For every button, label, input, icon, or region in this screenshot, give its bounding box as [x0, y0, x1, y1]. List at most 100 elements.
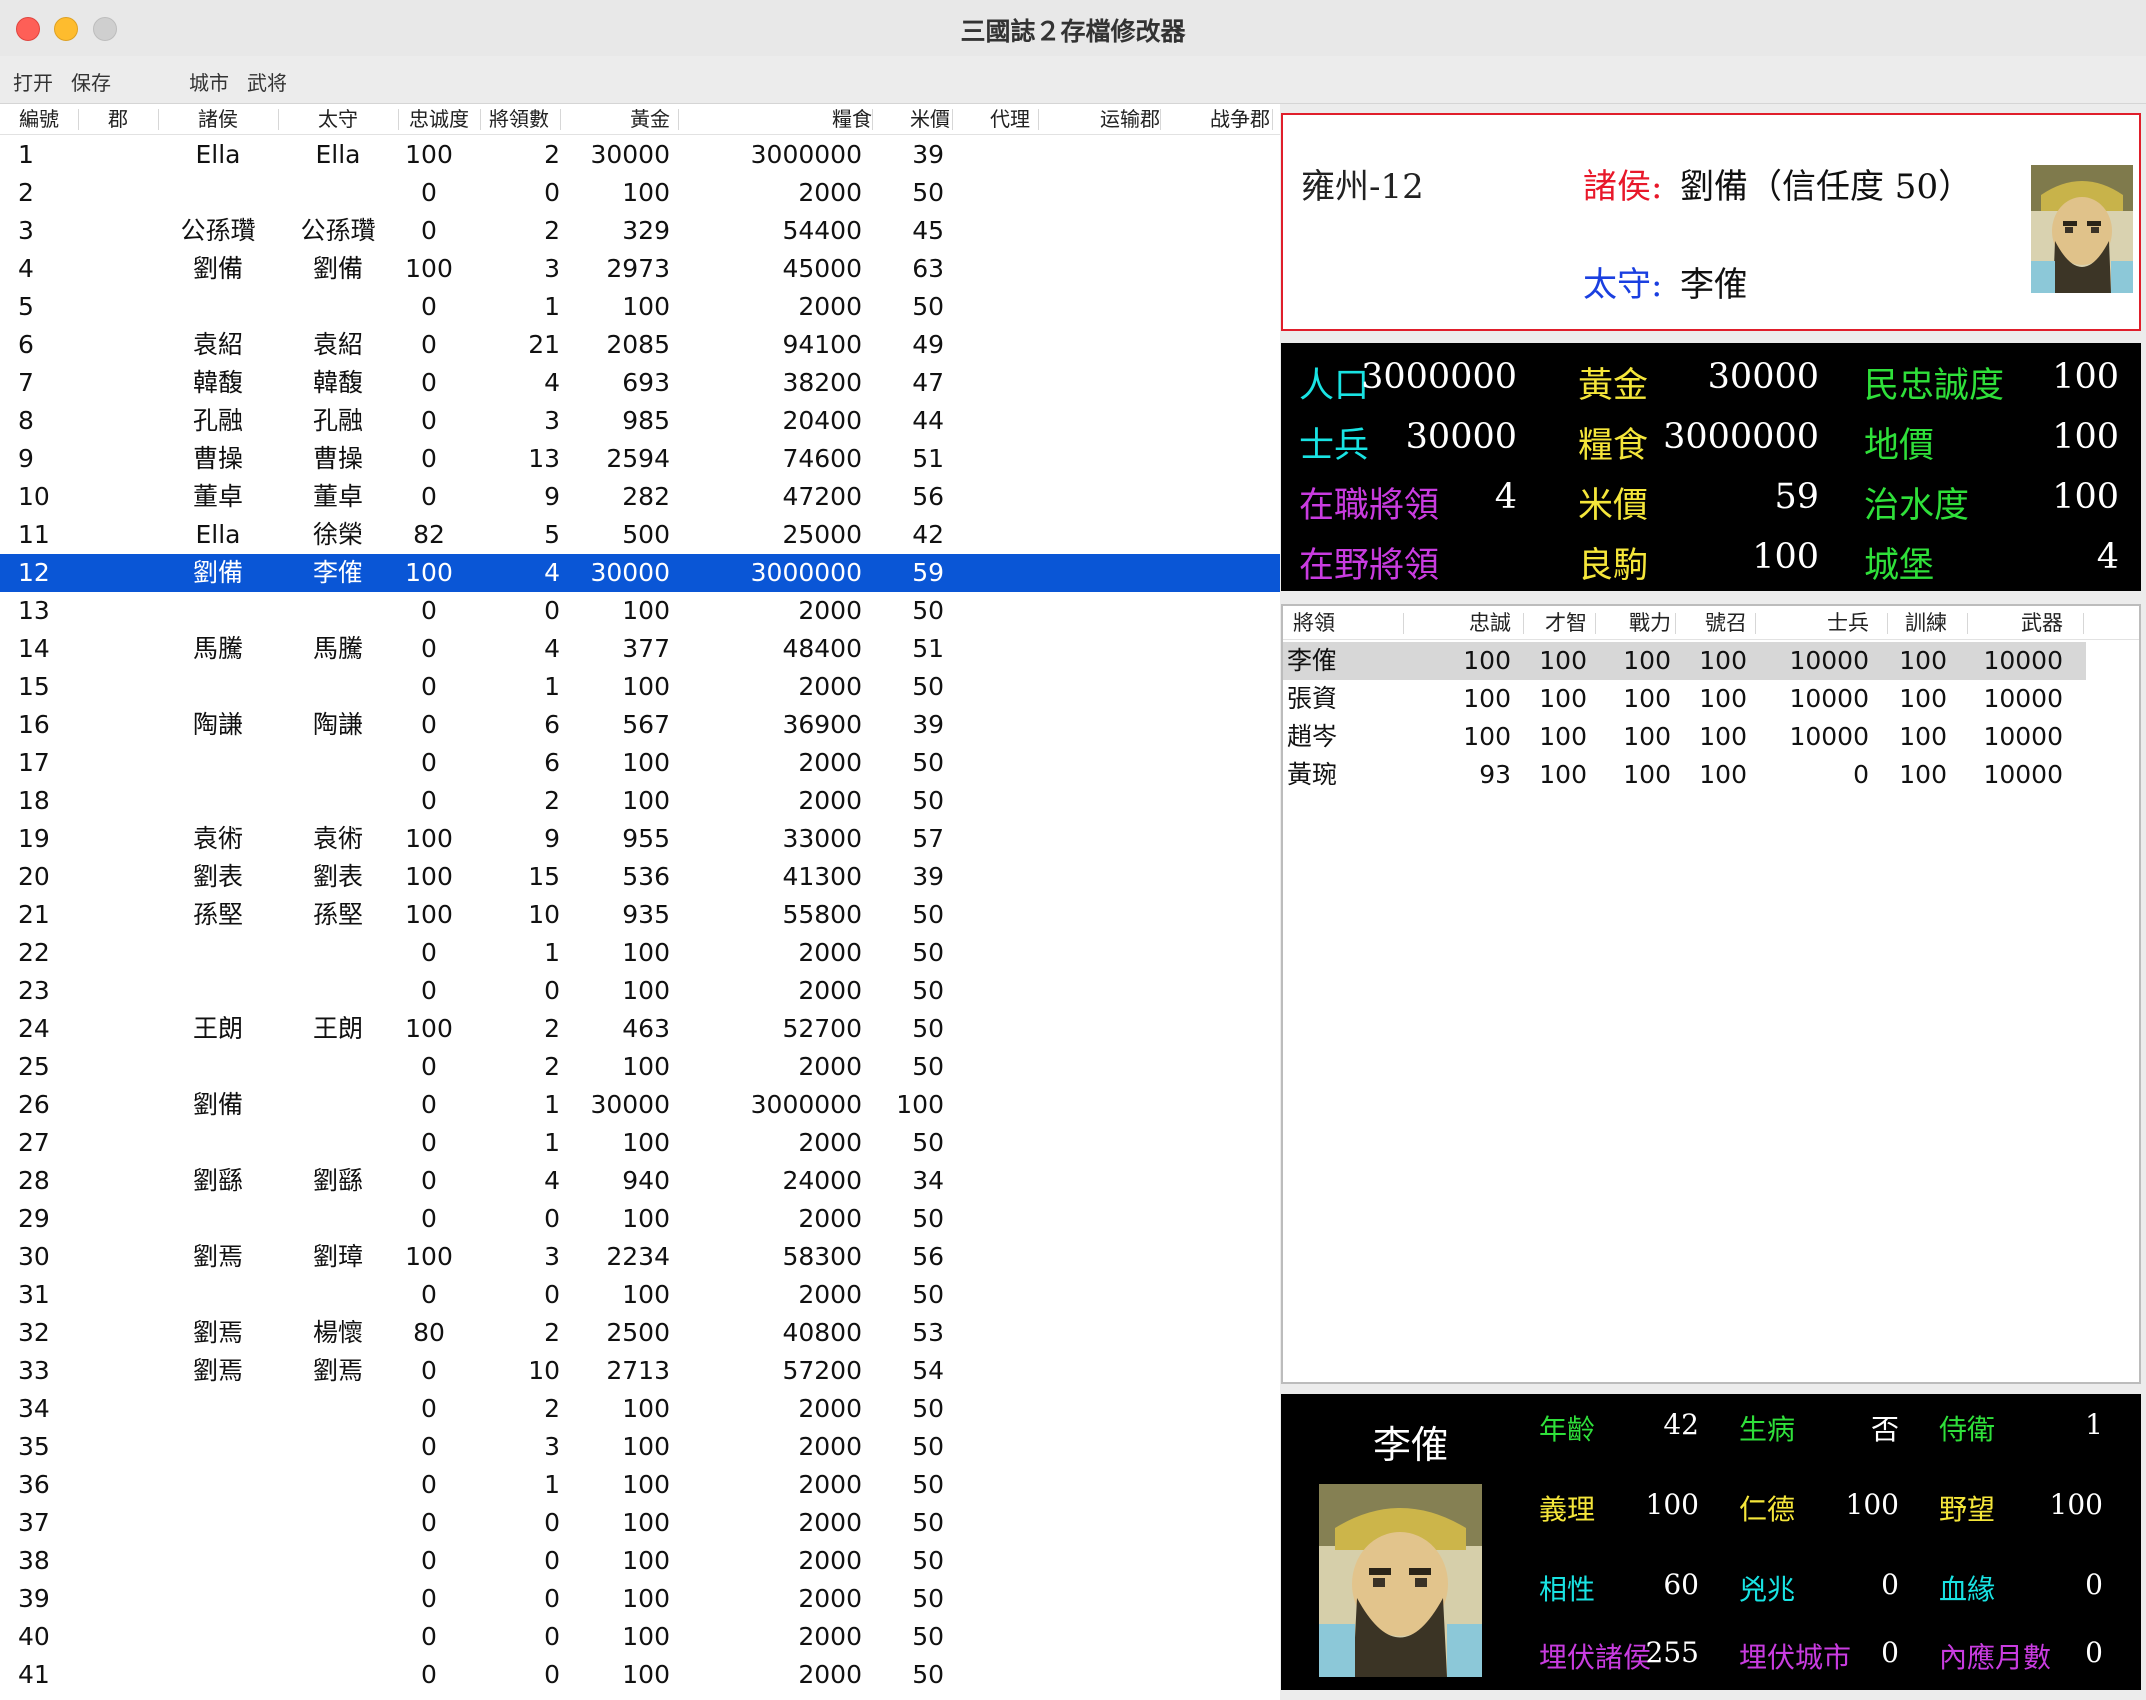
city-cell-generals: 0 [544, 1280, 560, 1309]
column-divider[interactable] [872, 109, 873, 130]
column-header[interactable]: 糧食 [680, 104, 872, 135]
table-row[interactable]: 16 陶謙 陶謙 0 6 567 36900 39 [0, 706, 1280, 744]
city-cell-commandery [78, 934, 158, 972]
column-divider[interactable] [1160, 109, 1161, 130]
table-row[interactable]: 28 劉繇 劉繇 0 4 940 24000 34 [0, 1162, 1280, 1200]
table-row[interactable]: 40 0 0 100 2000 50 [0, 1618, 1280, 1656]
column-header[interactable]: 將領 [1293, 606, 1373, 640]
table-row[interactable]: 27 0 1 100 2000 50 [0, 1124, 1280, 1162]
generals-table-body[interactable]: 李傕 100 100 100 100 10000 100 10000 張資 100 100 100 10… [1283, 642, 2139, 794]
table-row[interactable]: 2 0 0 100 2000 50 [0, 174, 1280, 212]
table-row[interactable]: 19 袁術 袁術 100 9 955 33000 57 [0, 820, 1280, 858]
table-row[interactable]: 23 0 0 100 2000 50 [0, 972, 1280, 1010]
table-row[interactable]: 33 劉焉 劉焉 0 10 2713 57200 54 [0, 1352, 1280, 1390]
table-row[interactable]: 5 0 1 100 2000 50 [0, 288, 1280, 326]
column-divider[interactable] [158, 109, 159, 130]
table-row[interactable]: 10 董卓 董卓 0 9 282 47200 56 [0, 478, 1280, 516]
table-row[interactable]: 17 0 6 100 2000 50 [0, 744, 1280, 782]
table-row[interactable]: 39 0 0 100 2000 50 [0, 1580, 1280, 1618]
table-row[interactable]: 20 劉表 劉表 100 15 536 41300 39 [0, 858, 1280, 896]
city-cell-governor [278, 1656, 398, 1694]
column-divider[interactable] [1403, 613, 1404, 634]
table-row[interactable]: 32 劉焉 楊懷 80 2 2500 40800 53 [0, 1314, 1280, 1352]
table-row[interactable]: 29 0 0 100 2000 50 [0, 1200, 1280, 1238]
column-divider[interactable] [2083, 613, 2084, 634]
table-row[interactable]: 3 公孫瓚 公孫瓚 0 2 329 54400 45 [0, 212, 1280, 250]
table-row[interactable]: 25 0 2 100 2000 50 [0, 1048, 1280, 1086]
table-row[interactable]: 1 Ella Ella 100 2 30000 3000000 39 [0, 136, 1280, 174]
column-divider[interactable] [480, 109, 481, 130]
city-cell-commandery [78, 1276, 158, 1314]
column-divider[interactable] [560, 109, 561, 130]
table-row[interactable]: 李傕 100 100 100 100 10000 100 10000 [1283, 642, 2086, 680]
column-divider[interactable] [1523, 613, 1524, 634]
table-row[interactable]: 30 劉焉 劉璋 100 3 2234 58300 56 [0, 1238, 1280, 1276]
menu-generals[interactable]: 武将 [247, 67, 287, 96]
table-row[interactable]: 7 韓馥 韓馥 0 4 693 38200 47 [0, 364, 1280, 402]
column-header[interactable]: 忠诚度 [398, 104, 480, 135]
column-header[interactable]: 太守 [278, 104, 398, 135]
column-header[interactable]: 將領數 [480, 104, 558, 135]
column-header[interactable]: 諸侯 [158, 104, 278, 135]
table-row[interactable]: 31 0 0 100 2000 50 [0, 1276, 1280, 1314]
table-row[interactable]: 34 0 2 100 2000 50 [0, 1390, 1280, 1428]
column-header[interactable]: 戰力 [1587, 606, 1671, 640]
column-header[interactable]: 忠誠 [1387, 606, 1511, 640]
table-row[interactable]: 14 馬騰 馬騰 0 4 377 48400 51 [0, 630, 1280, 668]
city-cell-loyalty: 0 [421, 1584, 437, 1613]
column-divider[interactable] [952, 109, 953, 130]
column-divider[interactable] [1595, 613, 1596, 634]
column-divider[interactable] [678, 109, 679, 130]
table-row[interactable]: 21 孫堅 孫堅 100 10 935 55800 50 [0, 896, 1280, 934]
table-row[interactable]: 38 0 0 100 2000 50 [0, 1542, 1280, 1580]
column-divider[interactable] [1675, 613, 1676, 634]
table-row[interactable]: 張資 100 100 100 100 10000 100 10000 [1283, 680, 2139, 718]
column-header[interactable]: 黃金 [560, 104, 670, 135]
menu-save[interactable]: 保存 [71, 67, 111, 96]
table-row[interactable]: 24 王朗 王朗 100 2 463 52700 50 [0, 1010, 1280, 1048]
menu-open[interactable]: 打开 [13, 67, 53, 96]
table-row[interactable]: 22 0 1 100 2000 50 [0, 934, 1280, 972]
table-row[interactable]: 18 0 2 100 2000 50 [0, 782, 1280, 820]
table-row[interactable]: 12 劉備 李傕 100 4 30000 3000000 59 [0, 554, 1280, 592]
column-divider[interactable] [1755, 613, 1756, 634]
column-header[interactable]: 代理 [960, 104, 1060, 135]
city-table[interactable]: 編號郡諸侯 太守 忠诚度 將領數 黃金 糧食 米價 代理 运输郡 战争郡 1 Ella Ella 100… [0, 104, 1280, 1700]
column-header[interactable]: 米價 [872, 104, 950, 135]
column-divider[interactable] [1272, 109, 1273, 130]
city-cell-id: 24 [18, 1014, 50, 1043]
table-row[interactable]: 37 0 0 100 2000 50 [0, 1504, 1280, 1542]
column-header[interactable]: 郡 [78, 104, 158, 135]
table-row[interactable]: 36 0 1 100 2000 50 [0, 1466, 1280, 1504]
city-table-body[interactable]: 1 Ella Ella 100 2 30000 3000000 39 2 0 0 100 2000 50 3… [0, 136, 1280, 1694]
column-header[interactable]: 編號 [0, 104, 78, 135]
column-divider[interactable] [278, 109, 279, 130]
column-header[interactable]: 士兵 [1747, 606, 1869, 640]
table-row[interactable]: 15 0 1 100 2000 50 [0, 668, 1280, 706]
table-row[interactable]: 35 0 3 100 2000 50 [0, 1428, 1280, 1466]
column-divider[interactable] [78, 109, 79, 130]
table-row[interactable]: 黃琬 93 100 100 100 0 100 10000 [1283, 756, 2139, 794]
table-row[interactable]: 41 0 0 100 2000 50 [0, 1656, 1280, 1694]
column-header[interactable]: 运输郡 [1060, 104, 1160, 135]
attribute-value: 42 [1663, 1408, 1699, 1441]
generals-table[interactable]: 將領 忠誠 才智 戰力 號召 士兵 訓練 武器 李傕 100 100 100 100 10000 100 1… [1281, 604, 2141, 1384]
column-header[interactable]: 战争郡 [1170, 104, 1270, 135]
table-row[interactable]: 4 劉備 劉備 100 3 2973 45000 63 [0, 250, 1280, 288]
column-header[interactable]: 訓練 [1869, 606, 1947, 640]
table-row[interactable]: 13 0 0 100 2000 50 [0, 592, 1280, 630]
table-row[interactable]: 6 袁紹 袁紹 0 21 2085 94100 49 [0, 326, 1280, 364]
column-divider[interactable] [398, 109, 399, 130]
column-header[interactable]: 武器 [1947, 606, 2063, 640]
column-divider[interactable] [1967, 613, 1968, 634]
table-row[interactable]: 8 孔融 孔融 0 3 985 20400 44 [0, 402, 1280, 440]
menu-cities[interactable]: 城市 [189, 67, 229, 96]
table-row[interactable]: 26 劉備 0 1 30000 3000000 100 [0, 1086, 1280, 1124]
column-header[interactable]: 號召 [1671, 606, 1747, 640]
table-row[interactable]: 趙岑 100 100 100 100 10000 100 10000 [1283, 718, 2139, 756]
city-cell-loyalty: 100 [405, 254, 453, 283]
table-row[interactable]: 11 Ella 徐榮 82 5 500 25000 42 [0, 516, 1280, 554]
column-divider[interactable] [1038, 109, 1039, 130]
table-row[interactable]: 9 曹操 曹操 0 13 2594 74600 51 [0, 440, 1280, 478]
column-divider[interactable] [1887, 613, 1888, 634]
